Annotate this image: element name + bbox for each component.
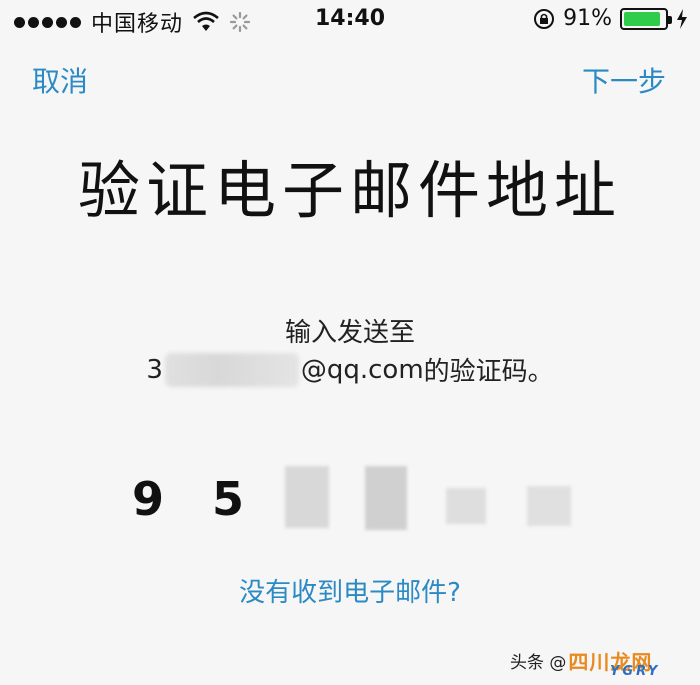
- next-button[interactable]: 下一步: [582, 60, 666, 100]
- code-digit-6-redacted: [527, 486, 571, 526]
- email-suffix: @qq.com: [300, 354, 424, 385]
- email-prefix: 3: [146, 354, 163, 385]
- charging-bolt-icon: [677, 8, 687, 29]
- rotation-lock-icon: [534, 8, 555, 29]
- prompt-tail: 的验证码。: [423, 357, 554, 387]
- status-right: 91%: [533, 6, 688, 31]
- prompt-text: 输入发送至: [284, 318, 415, 348]
- watermark-latin: YGRY: [610, 664, 661, 679]
- battery-percent: 91%: [563, 6, 612, 31]
- code-digit-3-redacted: [285, 466, 329, 528]
- cancel-button[interactable]: 取消: [32, 60, 88, 100]
- page-title: 验证电子邮件地址: [77, 154, 622, 227]
- watermark-source: 头条 @: [510, 652, 567, 673]
- code-digit-1: 9: [131, 472, 164, 526]
- email-redacted-blur: [164, 352, 299, 387]
- prompt-email-line: 3 @qq.com 的验证码。: [0, 351, 700, 388]
- watermark: 头条 @ 四川龙网 YGRY: [510, 640, 700, 680]
- verification-code-input[interactable]: 9 5: [0, 462, 700, 532]
- battery-icon: [620, 7, 672, 30]
- no-email-received-link[interactable]: 没有收到电子邮件?: [0, 572, 700, 609]
- code-digit-4-redacted: [365, 466, 407, 530]
- code-digit-5-redacted: [446, 488, 486, 524]
- status-bar: 中国移动 14:40 91%: [0, 0, 700, 40]
- code-digit-2: 5: [211, 472, 244, 526]
